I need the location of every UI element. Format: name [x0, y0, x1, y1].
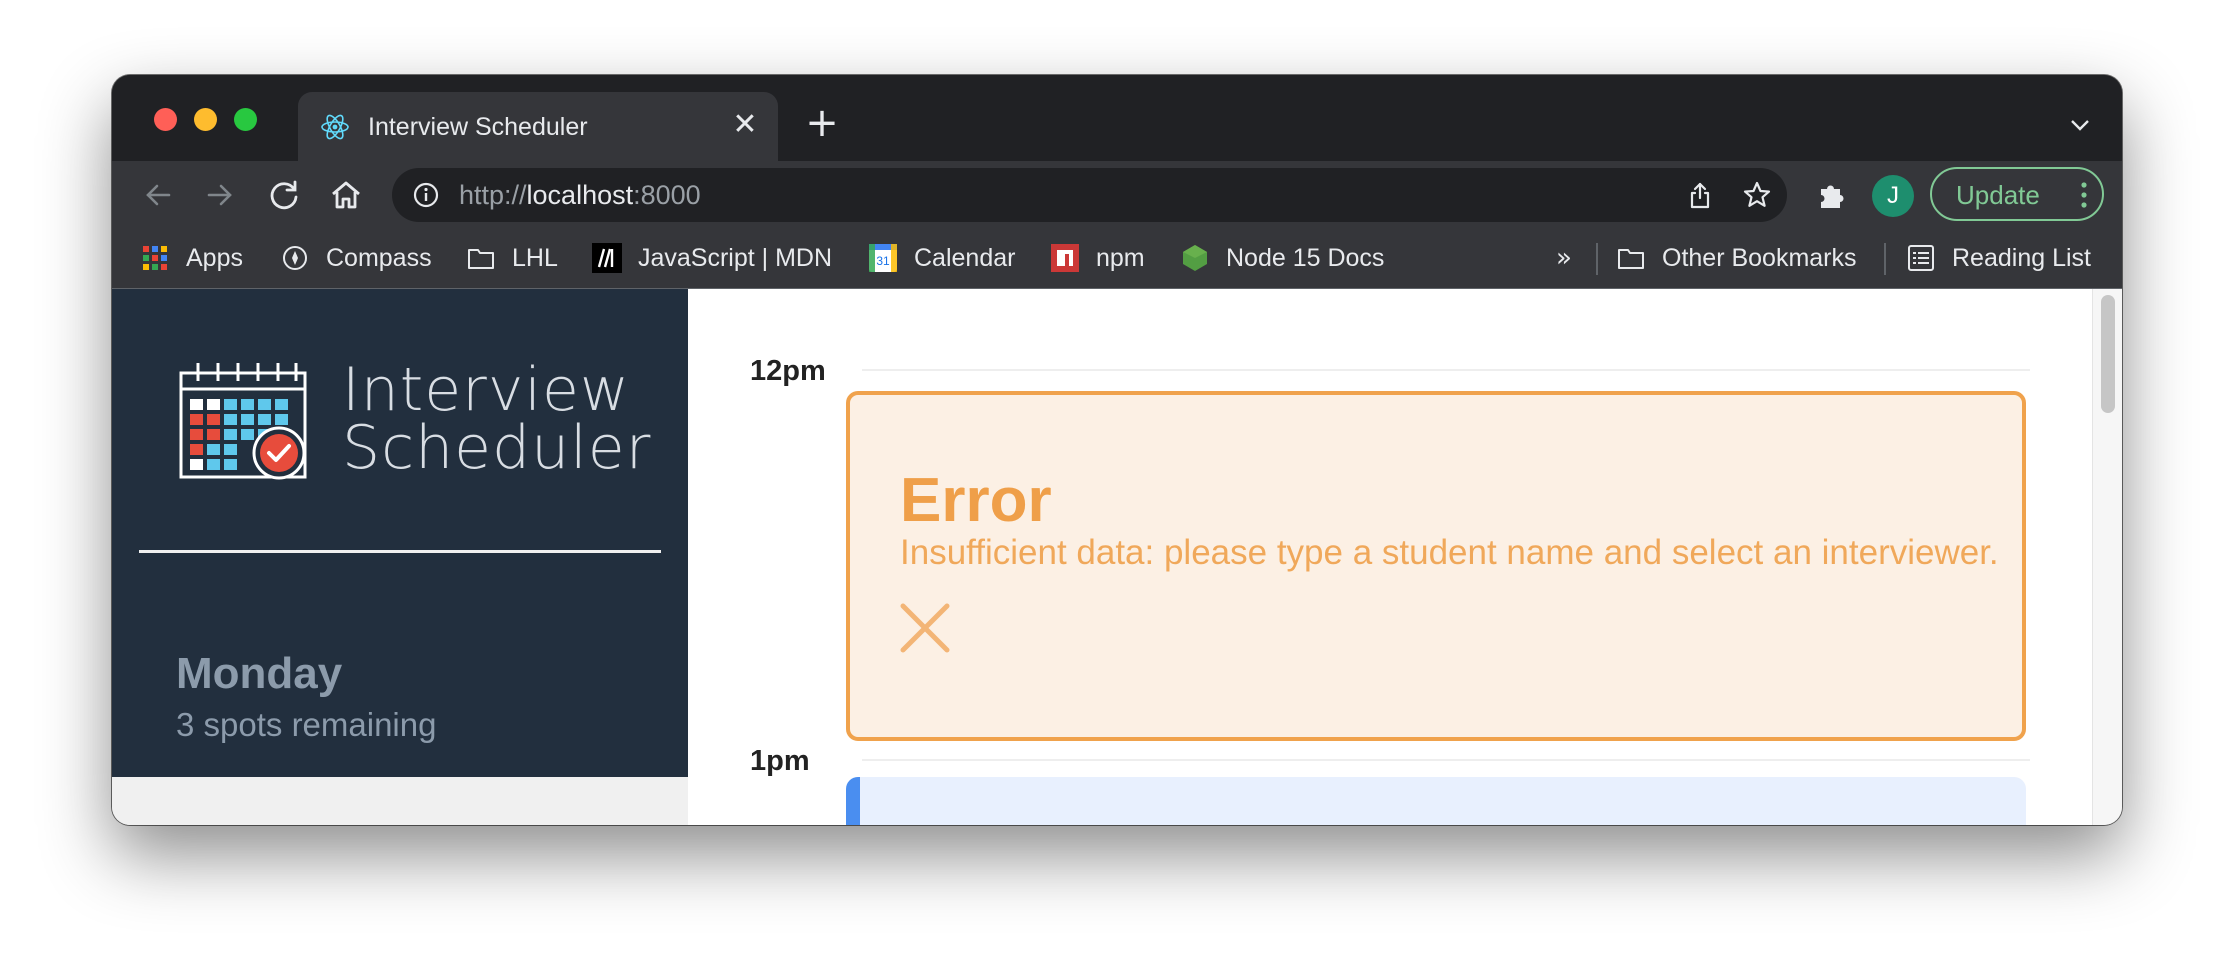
appointment-accent	[846, 777, 860, 825]
folder-icon	[468, 249, 494, 269]
other-bookmarks-label: Other Bookmarks	[1662, 243, 1857, 272]
home-icon[interactable]	[326, 175, 366, 215]
folder-icon	[1618, 249, 1644, 269]
bookmark-label: Apps	[186, 243, 243, 272]
tab-strip: Interview Scheduler ✕ +	[112, 75, 2122, 161]
profile-avatar[interactable]: J	[1872, 175, 1914, 217]
url-scheme: http://	[459, 180, 527, 210]
reading-list-label: Reading List	[1952, 243, 2091, 272]
bookmark-calendar[interactable]: 31 Calendar	[868, 241, 1015, 275]
bookmark-label: JavaScript | MDN	[638, 243, 833, 272]
bookmarks-bar: Apps Compass LHL JavaScript | MDN 31 Cal…	[112, 229, 2122, 289]
page-scrollbar[interactable]	[2092, 289, 2122, 825]
time-slot-divider	[862, 759, 2030, 761]
bookmark-label: Compass	[326, 243, 432, 272]
browser-window: Interview Scheduler ✕ + http://localhost…	[112, 75, 2122, 825]
update-button[interactable]: Update	[1930, 167, 2104, 221]
browser-toolbar: http://localhost:8000 J Update	[112, 161, 2122, 229]
error-title: Error	[900, 466, 1052, 535]
npm-icon	[1051, 244, 1079, 272]
mdn-icon	[592, 243, 622, 273]
bookmark-npm[interactable]: npm	[1050, 241, 1145, 275]
svg-text:31: 31	[876, 254, 890, 268]
maximize-window-button[interactable]	[234, 108, 257, 131]
bookmark-apps[interactable]: Apps	[140, 241, 243, 275]
reading-list-icon	[1908, 245, 1934, 271]
reload-icon[interactable]	[264, 175, 304, 215]
bookmark-label: LHL	[512, 243, 558, 272]
bookmark-label: Node 15 Docs	[1226, 243, 1385, 272]
logo-line-1: Interview	[342, 355, 630, 425]
address-bar[interactable]: http://localhost:8000	[392, 168, 1787, 222]
share-icon[interactable]	[1685, 180, 1715, 210]
appointment-card[interactable]	[846, 777, 2026, 825]
bookmarks-separator	[1596, 243, 1598, 275]
time-slot-divider	[862, 369, 2030, 371]
google-calendar-icon: 31	[869, 244, 897, 272]
update-label: Update	[1956, 180, 2040, 210]
tab-interview-scheduler[interactable]: Interview Scheduler ✕	[298, 92, 778, 161]
url-port: :8000	[633, 180, 701, 210]
url-host: localhost	[526, 180, 634, 210]
bookmark-mdn[interactable]: JavaScript | MDN	[592, 241, 832, 275]
chevron-down-icon[interactable]	[2068, 113, 2092, 137]
back-arrow-icon[interactable]	[138, 175, 178, 215]
logo-line-2: Scheduler	[342, 413, 652, 483]
schedule-panel: 12pm Error Insufficient data: please typ…	[688, 289, 2092, 825]
nodejs-icon	[1183, 245, 1207, 271]
other-bookmarks[interactable]: Other Bookmarks	[1616, 241, 1857, 275]
forward-arrow-icon[interactable]	[200, 175, 240, 215]
star-icon[interactable]	[1742, 180, 1772, 210]
calendar-logo-icon	[179, 363, 307, 480]
app-logo-text: Interview Scheduler	[342, 355, 652, 483]
new-tab-button[interactable]: +	[804, 103, 840, 143]
minimize-window-button[interactable]	[194, 108, 217, 131]
url-text: http://localhost:8000	[459, 180, 701, 211]
time-slot-label: 12pm	[750, 355, 826, 387]
bookmark-node-docs[interactable]: Node 15 Docs	[1180, 241, 1384, 275]
day-name: Monday	[176, 649, 343, 698]
bookmark-compass[interactable]: Compass	[280, 241, 432, 275]
info-icon[interactable]	[412, 181, 440, 209]
time-slot-label: 1pm	[750, 745, 810, 777]
close-icon[interactable]	[898, 601, 952, 655]
day-spots-remaining: 3 spots remaining	[176, 706, 437, 743]
error-message: Insufficient data: please type a student…	[900, 533, 1999, 572]
compass-icon	[283, 246, 307, 270]
bookmark-lhl[interactable]: LHL	[466, 241, 558, 275]
react-icon	[321, 114, 349, 140]
appointment-error-card: Error Insufficient data: please type a s…	[846, 391, 2026, 741]
reading-list[interactable]: Reading List	[1906, 241, 2091, 275]
more-vertical-icon[interactable]	[2080, 181, 2088, 209]
bookmarks-overflow-button[interactable]: »	[1556, 243, 1572, 273]
bookmark-label: Calendar	[914, 243, 1016, 272]
bookmark-label: npm	[1096, 243, 1145, 272]
sidebar-header: Interview Scheduler Monday 3 spots remai…	[112, 289, 688, 777]
sidebar-divider	[139, 550, 661, 553]
bookmarks-separator	[1884, 243, 1886, 275]
close-window-button[interactable]	[154, 108, 177, 131]
sidebar: Interview Scheduler Monday 3 spots remai…	[112, 289, 688, 825]
extensions-puzzle-icon[interactable]	[1812, 175, 1852, 215]
close-tab-button[interactable]: ✕	[730, 110, 760, 140]
scrollbar-thumb[interactable]	[2101, 295, 2115, 413]
tab-title: Interview Scheduler	[368, 113, 588, 141]
page-content: Interview Scheduler Monday 3 spots remai…	[112, 289, 2122, 825]
apps-grid-icon	[143, 246, 167, 270]
